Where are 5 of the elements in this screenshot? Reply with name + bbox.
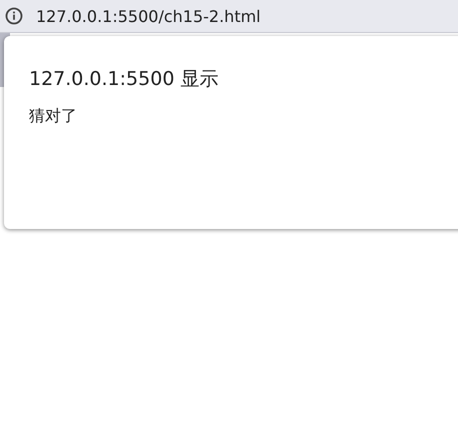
info-icon[interactable] (5, 7, 23, 25)
address-bar[interactable]: 127.0.0.1:5500/ch15-2.html (0, 0, 458, 33)
dialog-message: 猜对了 (29, 106, 77, 127)
dialog-title: 127.0.0.1:5500 显示 (29, 67, 218, 92)
url-text: 127.0.0.1:5500/ch15-2.html (36, 6, 261, 26)
